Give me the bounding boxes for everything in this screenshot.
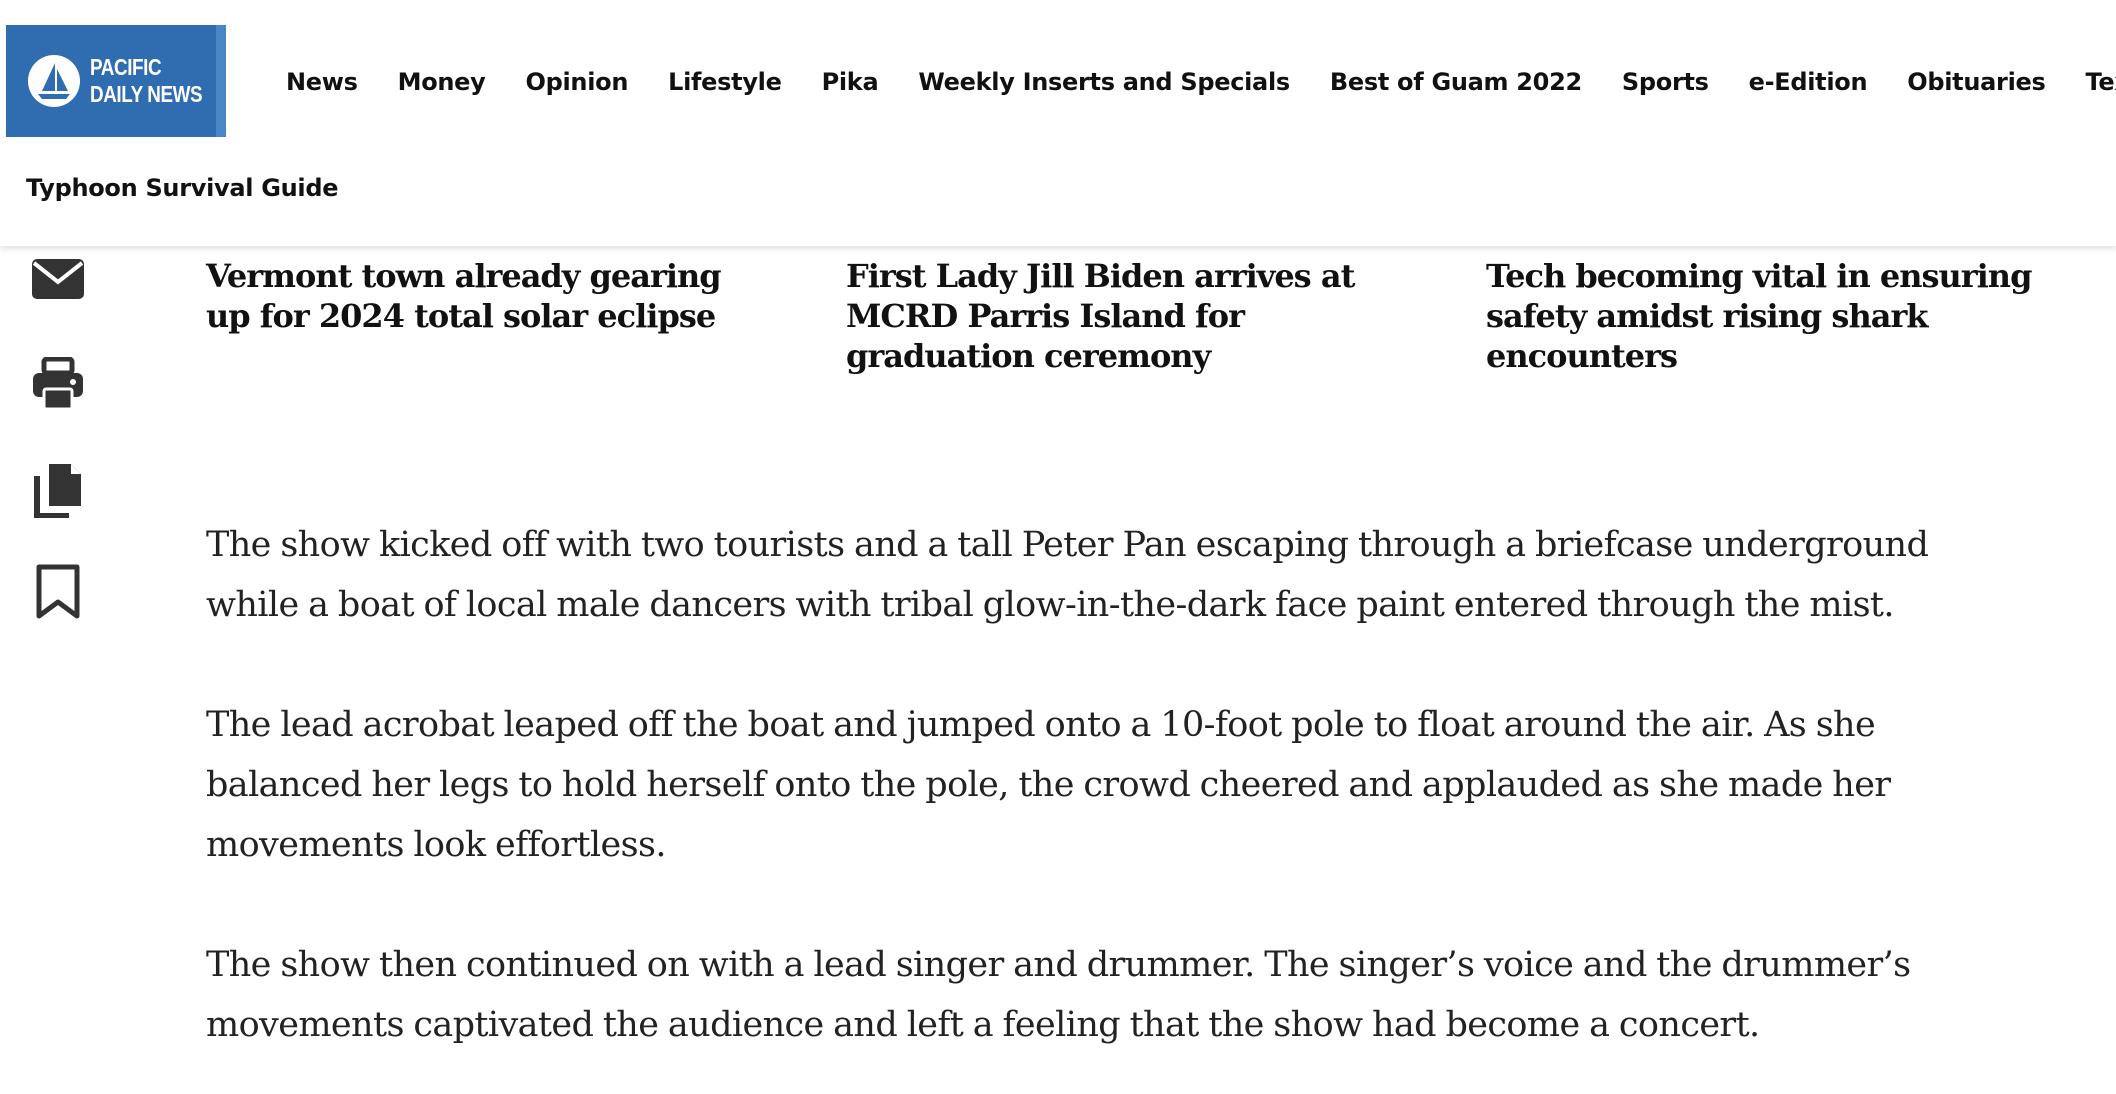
page: PACIFIC DAILY NEWS News Money Opinion Li… — [0, 0, 2116, 1094]
nav-item-obituaries[interactable]: Obituaries — [1907, 68, 2046, 96]
bookmark-button[interactable] — [30, 564, 86, 620]
nav-item-typhoon-survival-guide[interactable]: Typhoon Survival Guide — [26, 174, 339, 202]
article-body: The show kicked off with two tourists an… — [206, 515, 2006, 1094]
copy-link-button[interactable] — [30, 462, 86, 518]
logo-line-1: PACIFIC — [90, 54, 162, 80]
nav-item-e-edition[interactable]: e-Edition — [1749, 68, 1868, 96]
article-paragraph: The show kicked off with two tourists an… — [206, 525, 1929, 625]
article-paragraph: The lead acrobat leaped off the boat and… — [206, 705, 1891, 865]
copy-icon — [34, 464, 81, 518]
print-icon — [33, 357, 83, 411]
sailboat-logo-icon — [28, 55, 80, 107]
related-story-link[interactable]: Vermont town already gearing up for 2024… — [206, 256, 766, 336]
nav-item-news[interactable]: News — [286, 68, 358, 96]
nav-item-pika[interactable]: Pika — [822, 68, 879, 96]
logo-line-2: DAILY NEWS — [90, 81, 203, 107]
bookmark-icon — [36, 564, 80, 619]
nav-item-text-alerts[interactable]: Text Alerts — [2085, 68, 2116, 96]
nav-item-best-of-guam[interactable]: Best of Guam 2022 — [1330, 68, 1582, 96]
nav-item-money[interactable]: Money — [398, 68, 486, 96]
nav-item-opinion[interactable]: Opinion — [526, 68, 629, 96]
email-share-button[interactable] — [30, 250, 86, 306]
main-nav: News Money Opinion Lifestyle Pika Weekly… — [286, 62, 2116, 102]
site-header: PACIFIC DAILY NEWS News Money Opinion Li… — [0, 0, 2116, 246]
logo-wordmark: PACIFIC DAILY NEWS — [90, 54, 203, 108]
email-icon — [32, 259, 84, 299]
nav-item-lifestyle[interactable]: Lifestyle — [668, 68, 782, 96]
related-story-link[interactable]: First Lady Jill Biden arrives at MCRD Pa… — [846, 256, 1406, 376]
nav-item-weekly-inserts[interactable]: Weekly Inserts and Specials — [918, 68, 1290, 96]
site-logo[interactable]: PACIFIC DAILY NEWS — [6, 25, 226, 137]
related-story-link[interactable]: Tech becoming vital in ensuring safety a… — [1486, 256, 2046, 376]
print-button[interactable] — [30, 356, 86, 412]
article-paragraph: The show then continued on with a lead s… — [206, 945, 1911, 1045]
nav-item-sports[interactable]: Sports — [1622, 68, 1709, 96]
